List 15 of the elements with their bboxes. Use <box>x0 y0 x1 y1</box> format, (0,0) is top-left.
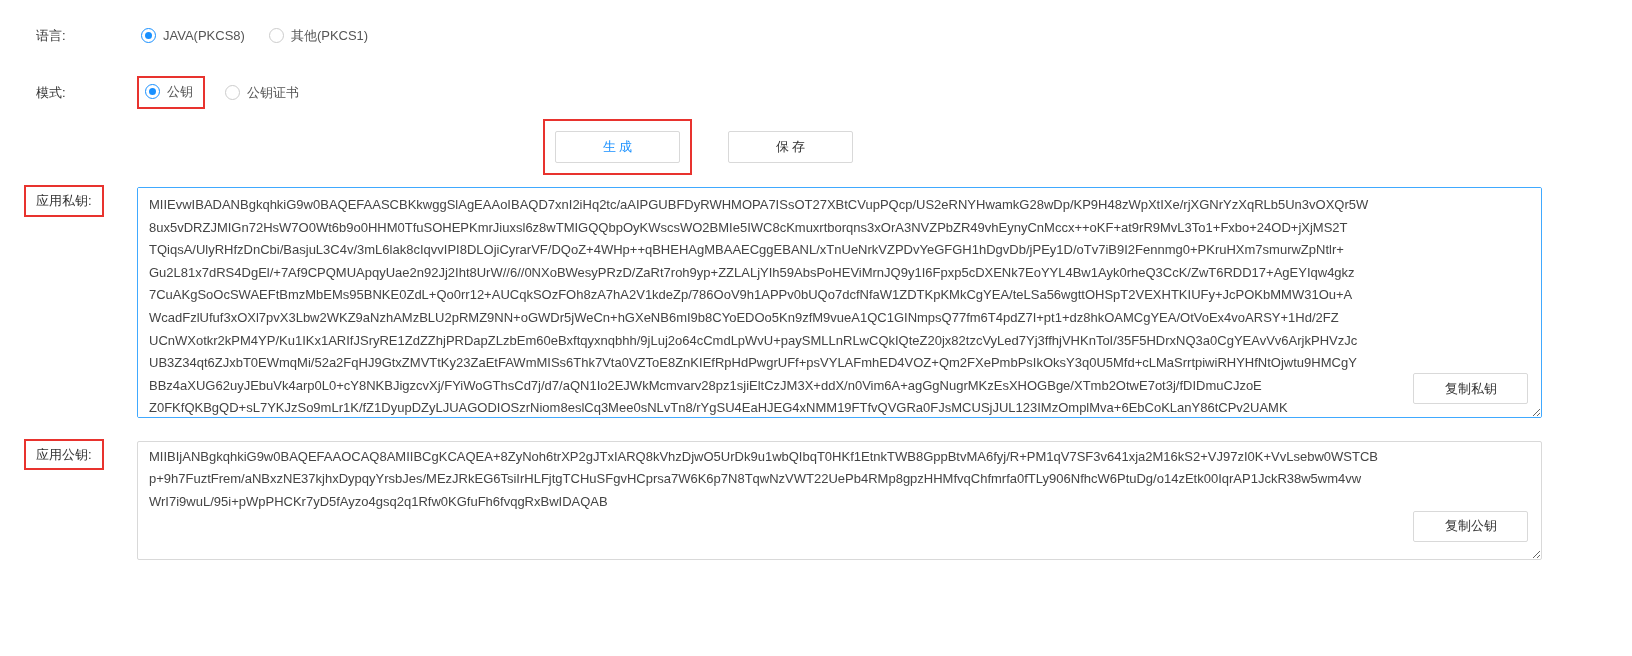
copy-button[interactable]: 复制公钥 <box>1413 510 1528 542</box>
radio-option[interactable]: JAVA(PKCS8) <box>137 24 249 48</box>
save-button[interactable]: 保 存 <box>728 131 853 163</box>
radio-icon[interactable] <box>141 28 156 44</box>
field-label: 模式: <box>36 84 66 100</box>
radio-icon[interactable] <box>225 84 240 100</box>
radio-icon[interactable] <box>268 28 284 44</box>
radio-option[interactable]: 公钥 <box>137 75 205 109</box>
radio-icon[interactable] <box>145 83 160 99</box>
radio-option[interactable]: 其他(PKCS1) <box>264 24 373 48</box>
field-label: 应用私钥: <box>26 187 102 215</box>
radio-option[interactable]: 公钥证书 <box>221 80 303 104</box>
field-label: 应用公钥: <box>26 440 102 468</box>
field-label: 语言: <box>36 28 66 43</box>
copy-button[interactable]: 复制私钥 <box>1413 373 1528 404</box>
